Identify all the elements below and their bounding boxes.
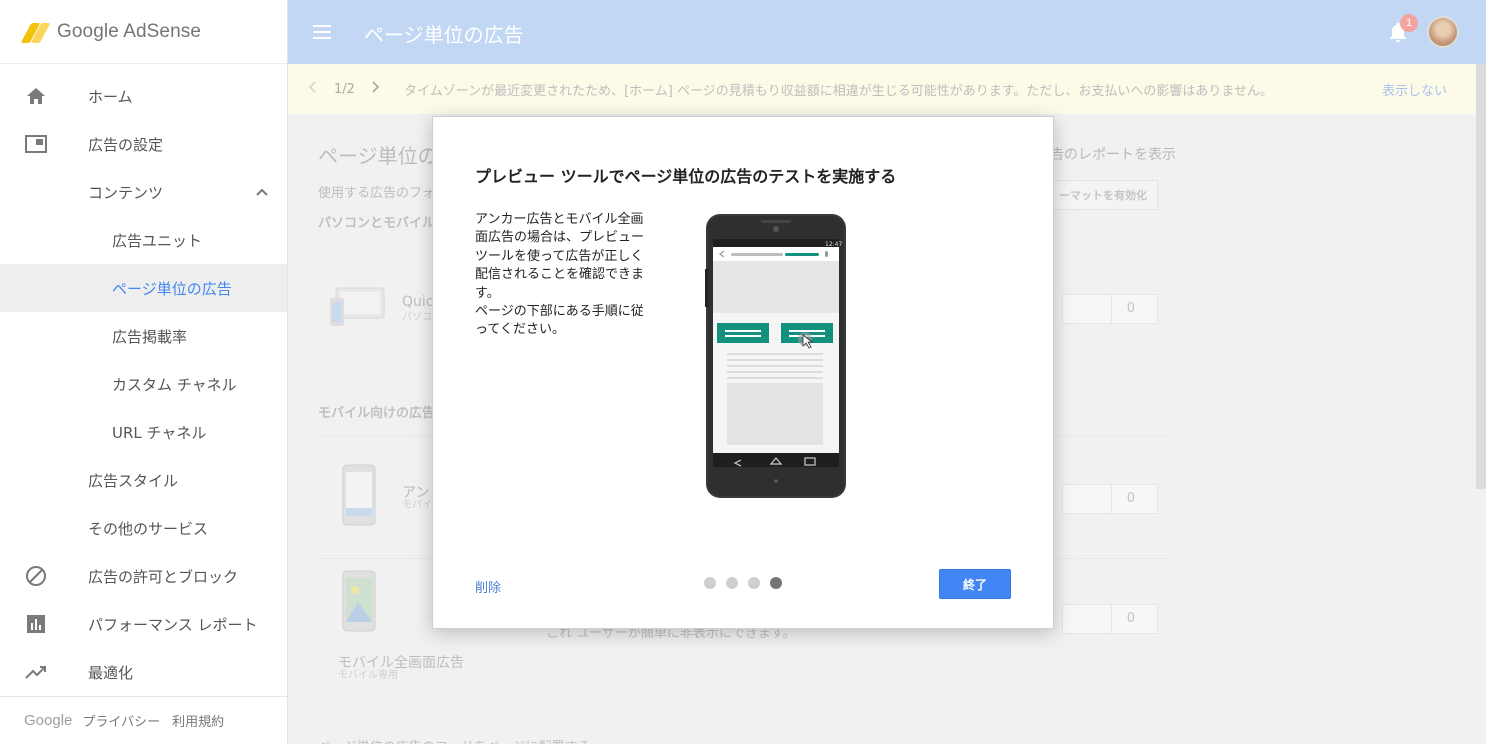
preview-tool-dialog: プレビュー ツールでページ単位の広告のテストを実施する アンカー広告とモバイル全… [432, 116, 1054, 629]
dialog-paragraph: アンカー広告とモバイル全画面広告の場合は、プレビュー ツールを使って広告が正しく… [475, 212, 645, 301]
step-dot[interactable] [704, 577, 716, 589]
phone-clock: 12:47 [825, 241, 842, 248]
delete-link[interactable]: 削除 [475, 577, 501, 596]
step-dot[interactable] [748, 577, 760, 589]
step-dot[interactable] [726, 577, 738, 589]
finish-button[interactable]: 終了 [939, 569, 1011, 599]
step-dot-active[interactable] [770, 577, 782, 589]
phone-illustration: 12:47 [705, 213, 847, 503]
dialog-paragraph: ページの下部にある手順に従ってください。 [475, 304, 644, 338]
dialog-body: アンカー広告とモバイル全画面広告の場合は、プレビュー ツールを使って広告が正しく… [475, 211, 651, 340]
dialog-title: プレビュー ツールでページ単位の広告のテストを実施する [475, 167, 897, 186]
step-indicator [704, 577, 792, 589]
